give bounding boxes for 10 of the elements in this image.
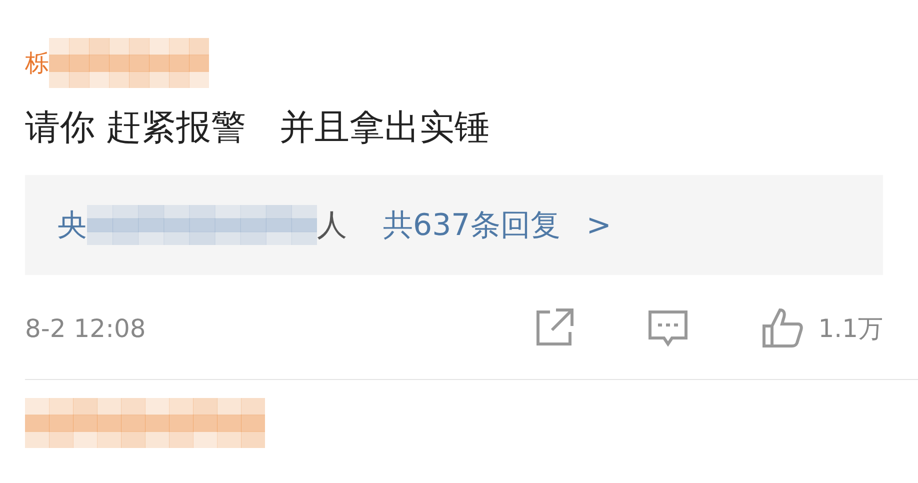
thumbs-up-icon[interactable] — [760, 306, 804, 350]
reply-count-link[interactable]: 共637条回复 — [383, 204, 560, 246]
reply-author[interactable]: 央 — [57, 204, 87, 246]
author-name[interactable]: 栎 — [25, 47, 49, 79]
reply-preview[interactable]: 央 人 共637条回复 > — [25, 175, 883, 275]
reply-suffix: 人 — [317, 206, 347, 244]
comment-text: 请你 赶紧报警 并且拿出实锤 — [25, 107, 491, 150]
chevron-icon[interactable]: > — [586, 208, 612, 242]
comment-time: 8-2 12:08 — [25, 314, 147, 342]
like-count: 1.1万 — [818, 312, 883, 344]
